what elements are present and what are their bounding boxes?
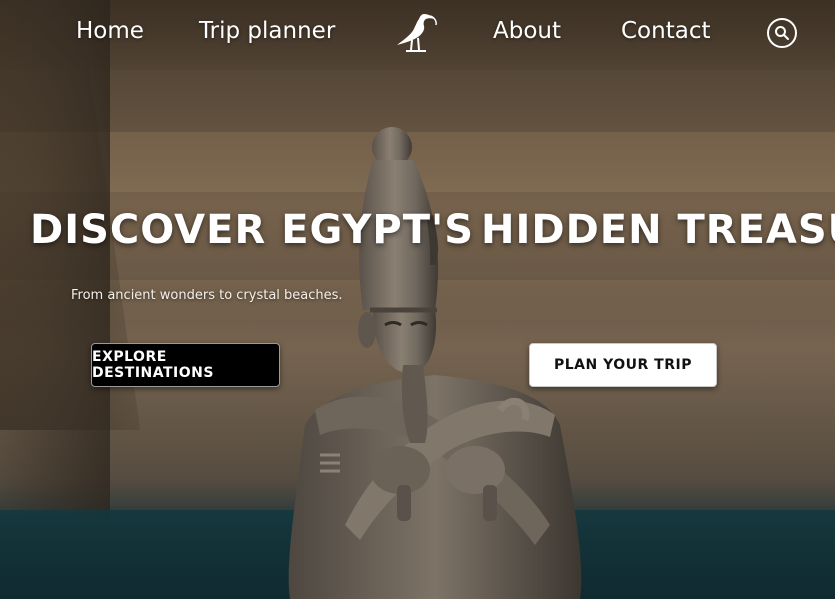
background-beam [0, 0, 110, 520]
explore-destinations-button[interactable]: EXPLORE DESTINATIONS [91, 343, 280, 387]
search-button[interactable] [767, 18, 797, 48]
nav-contact-link[interactable]: Contact [621, 18, 710, 44]
nav-trip-planner-link[interactable]: Trip planner [199, 18, 335, 44]
main-navigation: Home Trip planner About Contact [0, 0, 835, 68]
ibis-bird-icon[interactable] [394, 10, 438, 54]
plan-your-trip-button[interactable]: PLAN YOUR TRIP [529, 343, 717, 387]
hero-title-right: HIDDEN TREASURES [481, 207, 835, 253]
nav-about-link[interactable]: About [493, 18, 561, 44]
hero-section: Home Trip planner About Contact DISCOVER… [0, 0, 835, 599]
search-icon [775, 26, 789, 40]
nav-home-link[interactable]: Home [76, 18, 144, 44]
hero-title-left: DISCOVER EGYPT'S [30, 207, 475, 253]
hero-subtitle: From ancient wonders to crystal beaches. [71, 288, 343, 303]
